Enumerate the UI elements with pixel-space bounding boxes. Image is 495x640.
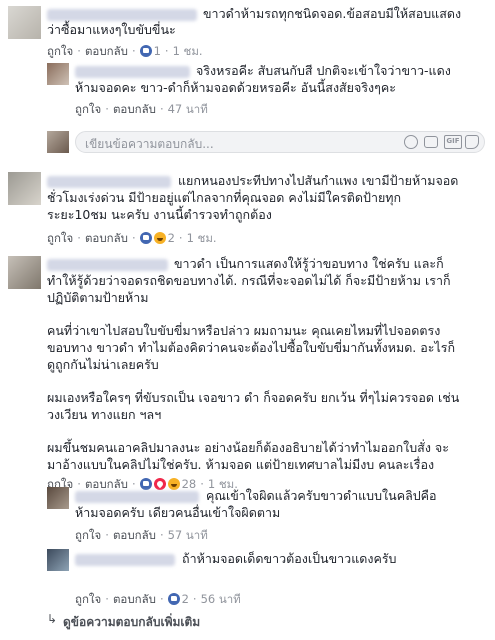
haha-reaction-icon[interactable] — [153, 232, 166, 244]
comment-text-line: วงเวียน ทางแยก ฯลฯ — [47, 407, 162, 422]
timestamp[interactable]: 1 ชม. — [187, 231, 217, 245]
timestamp[interactable]: 1 ชม. — [173, 44, 203, 58]
comment-text-line: แยกหนองประทีปทางไปสันกำแพง เขามีป้ายห้าม… — [178, 173, 459, 188]
like-reaction-icon[interactable] — [139, 232, 152, 244]
comment-meta: ถูกใจ · ตอบกลับ · 1 · 1 ชม. — [47, 44, 203, 58]
reply-link[interactable]: ตอบกลับ — [85, 231, 128, 245]
like-reaction-icon[interactable] — [139, 45, 152, 57]
comment-text-line: ชั่วโมงเร่งด่วน มีป้ายอยู่แต่ไกลจากที่คุ… — [47, 190, 402, 205]
reaction-count[interactable]: 2 — [168, 231, 175, 245]
reaction-count[interactable]: 2 — [182, 592, 189, 606]
comment-text-line: ปฏิบัติตามป้ายห้าม — [47, 290, 149, 305]
avatar[interactable] — [8, 172, 41, 205]
commenter-name[interactable] — [75, 491, 199, 503]
like-link[interactable]: ถูกใจ — [75, 592, 101, 606]
camera-icon[interactable] — [424, 136, 438, 148]
like-reaction-icon[interactable] — [167, 593, 180, 605]
avatar[interactable] — [8, 6, 41, 39]
avatar[interactable] — [47, 549, 69, 571]
avatar — [47, 131, 69, 153]
like-reaction-icon[interactable] — [139, 478, 152, 490]
reaction-count[interactable]: 28 — [182, 477, 197, 491]
comment-text-line: ห้ามจอดคะ ขาว-ดำก็ห้ามจอดด้วยหรอคีะ อันน… — [75, 80, 396, 95]
reply-input[interactable]: เขียนข้อความตอบกลับ... GIF — [75, 131, 485, 153]
timestamp[interactable]: 56 นาที — [201, 592, 241, 606]
comment-text-line: ว่าซื้อมาแหงๆใบขับขี่นะ — [47, 22, 176, 37]
reaction-count[interactable]: 1 — [154, 44, 161, 58]
comment-text-line: ผมขึ้นชมคนเอาคลิปมาลงนะ อย่างน้อยก็ต้องอ… — [47, 440, 449, 455]
like-link[interactable]: ถูกใจ — [47, 231, 73, 245]
reply-input-placeholder: เขียนข้อความตอบกลับ... — [85, 137, 214, 151]
comment-text-line: ระยะ10ชม นะครับ งานนี้ตำรวจทำถูกต้อง — [47, 207, 272, 222]
comment-text-line: ห้ามจอดครับ เดียวคนอื่นเข้าใจผิดตาม — [75, 505, 281, 520]
haha-reaction-icon[interactable] — [167, 478, 180, 490]
comment-text-line: คุณเข้าใจผิดแล้วครับขาวดำแบบในคลิปคือ — [206, 488, 437, 503]
comment-meta: ถูกใจ · ตอบกลับ · 47 นาที — [75, 102, 208, 116]
comment-text-line: ขาวดำ เป็นการแสดงให้รู้ว่าขอบทาง ใช่ครับ… — [174, 256, 444, 271]
love-reaction-icon[interactable] — [153, 478, 166, 490]
comment-text-line: ถ้าห้ามจอดเด็ดขาวต้องเป็นขาวแดงครับ — [182, 551, 397, 566]
commenter-name[interactable] — [47, 9, 197, 21]
more-replies-link[interactable]: ดูข้อความตอบกลับเพิ่มเติม — [63, 613, 200, 632]
timestamp[interactable]: 57 นาที — [168, 528, 208, 542]
commenter-name[interactable] — [75, 66, 190, 78]
comment-text-line: มาอ้างแบบในคลิปไม่ใช่ครับ. ห้ามจอด แต่ป้… — [47, 457, 435, 472]
comment-text-line: ผมเองหรือใครๆ ที่ขับรถเป็น เจอขาว ดำ ก็จ… — [47, 390, 460, 405]
comment-meta: ถูกใจ · ตอบกลับ · 57 นาที — [75, 528, 208, 542]
emoji-icon[interactable] — [404, 135, 418, 149]
reply-link[interactable]: ตอบกลับ — [113, 102, 156, 116]
commenter-name[interactable] — [75, 554, 175, 566]
comment-text-line: ขาวดำห้ามรถทุกชนิดจอด.ข้อสอบมีให้สอบแสดง — [203, 6, 462, 21]
comment-text-line: ทำให้รู้ด้วยว่าจอดรถชิดขอบทางได้. กรณีที… — [47, 273, 451, 288]
comment-meta: ถูกใจ · ตอบกลับ · 2 · 56 นาที — [75, 592, 241, 606]
avatar[interactable] — [47, 63, 69, 85]
like-link[interactable]: ถูกใจ — [47, 44, 73, 58]
like-link[interactable]: ถูกใจ — [75, 102, 101, 116]
avatar[interactable] — [47, 487, 69, 509]
reply-arrow-icon: ↳ — [47, 612, 58, 626]
comment-text-line: ดูถูกกันไม่น่าเลยครับ — [47, 357, 159, 372]
comment-meta: ถูกใจ · ตอบกลับ · 2 · 1 ชม. — [47, 231, 217, 245]
reply-link[interactable]: ตอบกลับ — [113, 528, 156, 542]
timestamp[interactable]: 47 นาที — [168, 102, 208, 116]
comment-text-line: คนที่ว่าเขาไปสอบใบขับขี่มาหรือปล่าว ผมถา… — [47, 323, 441, 338]
reply-link[interactable]: ตอบกลับ — [113, 592, 156, 606]
like-link[interactable]: ถูกใจ — [75, 528, 101, 542]
reply-link[interactable]: ตอบกลับ — [85, 477, 128, 491]
sticker-icon[interactable] — [465, 135, 479, 149]
comment-text-line: ขอบทาง ขาวดำ ทำไมต้องคิดว่าคนจะต้องไปซื้… — [47, 340, 456, 355]
commenter-name[interactable] — [47, 259, 168, 271]
gif-icon[interactable]: GIF — [444, 135, 462, 149]
comment-text-line: จริงหรอคีะ สับสนกับสี ปกติจะเข้าใจว่าขาว… — [196, 63, 451, 78]
reply-link[interactable]: ตอบกลับ — [85, 44, 128, 58]
avatar[interactable] — [8, 256, 41, 289]
commenter-name[interactable] — [47, 176, 171, 188]
